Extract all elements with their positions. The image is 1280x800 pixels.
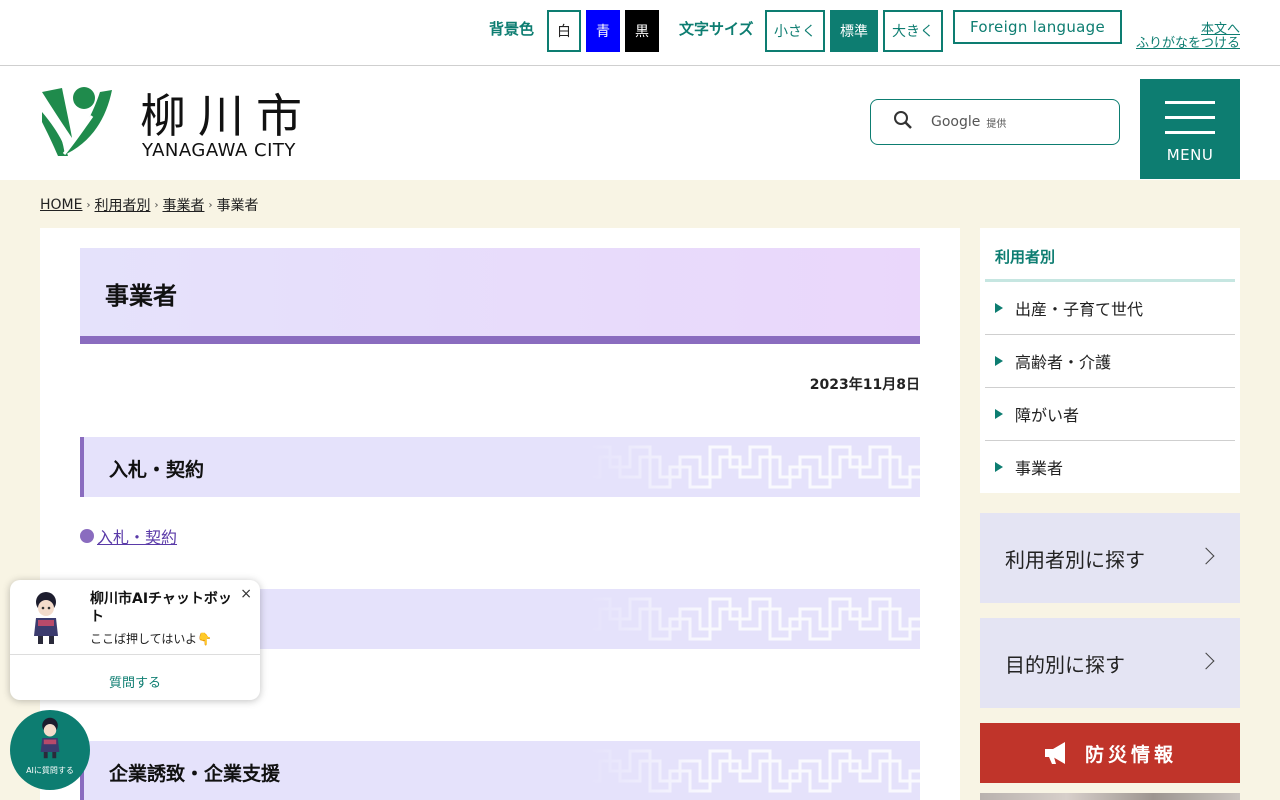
megaphone-icon: [1044, 742, 1065, 764]
bullet-icon: [80, 529, 94, 543]
font-small-button[interactable]: 小さく: [765, 10, 825, 52]
triangle-right-icon: [995, 356, 1003, 366]
breadcrumb: HOME › 利用者別 › 事業者 › 事業者: [40, 195, 259, 215]
bg-black-button[interactable]: 黒: [625, 10, 659, 52]
google-provided-label: 提供: [986, 118, 1007, 130]
chatbot-launcher-button[interactable]: AIに質問する: [10, 710, 90, 790]
bg-blue-button[interactable]: 青: [586, 10, 620, 52]
page-title-box: 事業者: [80, 248, 920, 344]
site-header: 柳川市 YANAGAWA CITY Google 提供 MENU: [0, 66, 1280, 180]
pattern-decoration: [590, 741, 920, 800]
bg-color-label: 背景色: [489, 20, 535, 38]
section-heading-bidding: 入札・契約: [80, 437, 920, 497]
sidebar-item-business[interactable]: 事業者: [985, 440, 1235, 493]
section-title: 入札・契約: [109, 459, 205, 481]
sidebar-heading[interactable]: 利用者別: [995, 246, 1055, 267]
furigana-link[interactable]: ふりがなをつける: [1136, 32, 1240, 51]
chevron-right-icon: [1197, 652, 1215, 670]
chatbot-title: 柳川市AIチャットボット: [90, 591, 232, 625]
disaster-info-button[interactable]: 防災情報: [980, 723, 1240, 783]
bidding-link-item: 入札・契約: [80, 524, 177, 548]
menu-label: MENU: [1166, 146, 1214, 164]
main-content: 事業者 2023年11月8日 入札・契約 入札・契約 企業誘致・企業支援: [40, 228, 960, 800]
search-by-purpose-button[interactable]: 目的別に探す: [980, 618, 1240, 708]
sidebar-item-disability[interactable]: 障がい者: [985, 388, 1235, 441]
font-standard-button[interactable]: 標準: [830, 10, 878, 52]
chatbot-divider: [10, 654, 260, 655]
hamburger-icon: [1165, 101, 1215, 104]
city-name-jp: 柳川市: [140, 89, 314, 143]
chatbot-launcher-label: AIに質問する: [26, 766, 74, 775]
city-name-en: YANAGAWA CITY: [142, 140, 296, 161]
close-icon[interactable]: ×: [240, 586, 252, 602]
breadcrumb-by-user[interactable]: 利用者別: [94, 195, 150, 215]
triangle-right-icon: [995, 409, 1003, 419]
sidebar-item-childcare[interactable]: 出産・子育て世代: [985, 282, 1235, 335]
search-icon[interactable]: [893, 110, 913, 134]
breadcrumb-business[interactable]: 事業者: [162, 195, 204, 215]
sidebar-banner-image[interactable]: [980, 793, 1240, 800]
chatbot-subtitle: ここば押してはいよ👇: [90, 632, 213, 646]
breadcrumb-home[interactable]: HOME: [40, 197, 82, 213]
bidding-link[interactable]: 入札・契約: [97, 524, 177, 548]
sidebar-nav: 利用者別 出産・子育て世代 高齢者・介護 障がい者 事業者: [980, 228, 1240, 493]
page-title: 事業者: [105, 282, 177, 310]
search-by-user-button[interactable]: 利用者別に探す: [980, 513, 1240, 603]
bg-white-button[interactable]: 白: [547, 10, 581, 52]
font-large-button[interactable]: 大きく: [883, 10, 943, 52]
chatbot-ask-button[interactable]: 質問する: [10, 672, 260, 691]
triangle-right-icon: [995, 461, 1003, 472]
city-logo-icon[interactable]: [40, 86, 114, 162]
google-brand-label: Google: [931, 114, 981, 130]
chevron-right-icon: [1197, 547, 1215, 565]
site-search-box[interactable]: Google 提供: [870, 99, 1120, 145]
section-heading-business-support: 企業誘致・企業支援: [80, 741, 920, 800]
chatbot-mascot-icon: [36, 716, 64, 764]
font-size-label: 文字サイズ: [679, 20, 754, 38]
triangle-right-icon: [995, 303, 1003, 313]
pattern-decoration: [590, 437, 920, 497]
menu-button[interactable]: MENU: [1140, 79, 1240, 179]
chatbot-popup: 柳川市AIチャットボット ここば押してはいよ👇 × 質問する: [10, 580, 260, 700]
update-date: 2023年11月8日: [809, 377, 920, 393]
sidebar-item-elderly[interactable]: 高齢者・介護: [985, 335, 1235, 388]
foreign-language-button[interactable]: Foreign language: [953, 10, 1122, 44]
breadcrumb-current: 事業者: [216, 198, 259, 214]
pattern-decoration: [590, 589, 920, 649]
utility-bar: 背景色 白 青 黒 文字サイズ 小さく 標準 大きく Foreign langu…: [0, 0, 1280, 66]
section-title: 企業誘致・企業支援: [109, 763, 281, 785]
chatbot-mascot-icon: [28, 590, 64, 650]
